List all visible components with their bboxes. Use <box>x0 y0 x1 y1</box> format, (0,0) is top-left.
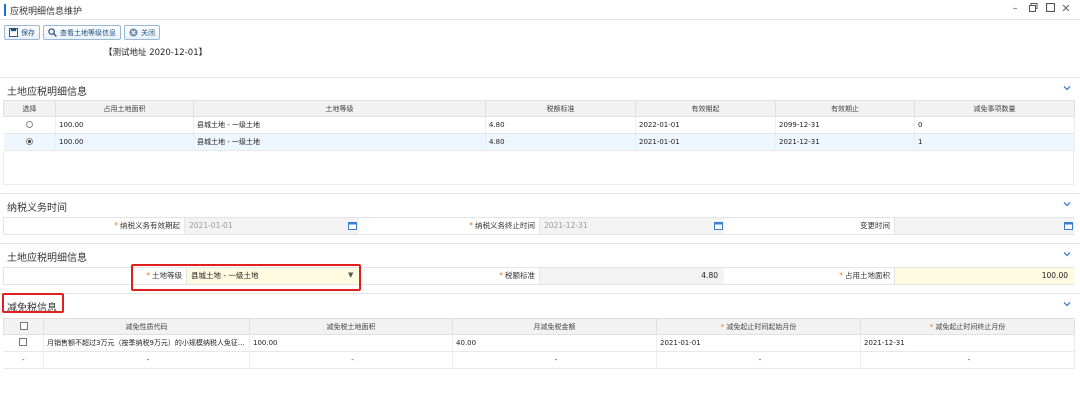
column-header: 减免性质代码 <box>43 318 250 335</box>
table-empty-area <box>3 152 1074 185</box>
table-row: - - - - - - <box>3 351 1075 369</box>
chevron-down-icon[interactable] <box>1062 299 1072 309</box>
table-row[interactable]: 100.00 县城土地 - 一级土地 4.80 2022-01-01 2099-… <box>3 116 1075 134</box>
close-window-icon[interactable]: ✕ <box>1059 2 1073 15</box>
column-header: * 减免起止时间终止月份 <box>860 318 1075 335</box>
column-header: * 减免起止时间起始月份 <box>656 318 861 335</box>
calendar-icon[interactable] <box>1064 221 1073 230</box>
table-row[interactable]: 月销售额不超过3万元（按季纳税9万元）的小规模纳税人免征... 100.00 4… <box>3 334 1075 352</box>
section-land-tax-info-header[interactable]: 土地应税明细信息 <box>0 243 1080 265</box>
occupied-area-field[interactable]: 100.00 <box>894 268 1074 284</box>
cell-rate: 4.80 <box>485 133 636 151</box>
maximize-icon[interactable] <box>1043 2 1057 15</box>
cell-amount: - <box>452 351 657 369</box>
calendar-icon[interactable] <box>714 221 723 230</box>
section-tax-obligation-header[interactable]: 纳税义务时间 <box>0 193 1080 215</box>
row-radio-selected[interactable] <box>25 137 33 145</box>
chevron-down-icon[interactable] <box>1062 199 1072 209</box>
cell-code: - <box>43 351 250 369</box>
minimize-icon[interactable]: – <box>1008 3 1022 14</box>
cell-amount: 40.00 <box>452 334 657 352</box>
cell-start: 2021-01-01 <box>656 334 861 352</box>
column-header: 占用土地面积 <box>55 100 194 117</box>
obligation-start-field[interactable]: 2021-01-01 <box>184 218 359 234</box>
obligation-start-label: * 纳税义务有效期起 <box>114 221 180 230</box>
toolbar: 保存 查看土地等级信息 关闭 <box>4 25 160 41</box>
cell-end: 2021-12-31 <box>775 133 915 151</box>
table-row[interactable]: 100.00 县城土地 - 一级土地 4.80 2021-01-01 2021-… <box>3 133 1075 151</box>
chevron-down-icon[interactable] <box>1062 83 1072 93</box>
chevron-down-icon[interactable] <box>1062 249 1072 259</box>
table-header-row: 选择 占用土地面积 土地等级 税额标准 有效期起 有效期止 减免事项数量 <box>3 100 1075 117</box>
window-title: 应税明细信息维护 <box>10 7 83 17</box>
test-address-label: 【测试地址 2020-12-01】 <box>104 48 208 58</box>
search-icon <box>48 28 57 37</box>
cell-end: - <box>860 351 1075 369</box>
section-title: 土地应税明细信息 <box>7 87 87 98</box>
cell-grade: 县城土地 - 一级土地 <box>193 116 486 134</box>
cell-count: 1 <box>914 133 1075 151</box>
cell-area: 100.00 <box>249 334 453 352</box>
occupied-area-label: * 占用土地面积 <box>839 271 890 280</box>
section-title: 纳税义务时间 <box>7 203 67 214</box>
title-accent-bar <box>4 4 6 16</box>
row-radio[interactable] <box>25 120 33 128</box>
tax-rate-field[interactable]: 4.80 <box>539 268 724 284</box>
cell-area: - <box>249 351 453 369</box>
column-header: 税额标准 <box>485 100 636 117</box>
save-button[interactable]: 保存 <box>4 25 40 40</box>
view-land-grade-button[interactable]: 查看土地等级信息 <box>43 25 121 40</box>
change-time-field[interactable] <box>894 218 1074 234</box>
save-button-label: 保存 <box>21 28 35 37</box>
table-header-row: 减免性质代码 减免税土地面积 月减免税金额 * 减免起止时间起始月份 * 减免起… <box>3 318 1075 335</box>
highlight-box-land-grade <box>131 264 361 291</box>
tax-reduction-table: 减免性质代码 减免税土地面积 月减免税金额 * 减免起止时间起始月份 * 减免起… <box>3 318 1075 369</box>
column-header: 减免税土地面积 <box>249 318 453 335</box>
cell-start: - <box>656 351 861 369</box>
section-land-tax-details-header[interactable]: 土地应税明细信息 <box>0 77 1080 99</box>
obligation-end-field[interactable]: 2021-12-31 <box>539 218 724 234</box>
close-button[interactable]: 关闭 <box>124 25 160 40</box>
change-time-label: 变更时间 <box>860 221 890 230</box>
cell-grade: 县城土地 - 一级土地 <box>193 133 486 151</box>
highlight-box-reduction-title <box>2 293 64 313</box>
column-header: 土地等级 <box>193 100 486 117</box>
cell-start: 2021-01-01 <box>635 133 776 151</box>
cell-code: 月销售额不超过3万元（按季纳税9万元）的小规模纳税人免征... <box>43 334 250 352</box>
cell-area: 100.00 <box>55 133 194 151</box>
section-title: 土地应税明细信息 <box>7 253 87 264</box>
window-titlebar: 应税明细信息维护 – ✕ <box>0 0 1080 20</box>
cell-count: 0 <box>914 116 1075 134</box>
cell-rate: 4.80 <box>485 116 636 134</box>
cell-start: 2022-01-01 <box>635 116 776 134</box>
close-button-label: 关闭 <box>141 28 155 37</box>
column-header: 有效期起 <box>635 100 776 117</box>
obligation-end-label: * 纳税义务终止时间 <box>469 221 535 230</box>
cell-area: 100.00 <box>55 116 194 134</box>
close-circle-icon <box>129 28 138 37</box>
select-all-checkbox[interactable] <box>19 321 28 330</box>
section-tax-reduction-header[interactable]: 减免税信息 <box>0 293 1080 315</box>
view-land-grade-label: 查看土地等级信息 <box>60 28 116 37</box>
column-header: 有效期止 <box>775 100 915 117</box>
tax-obligation-form-row: * 纳税义务有效期起 2021-01-01 * 纳税义务终止时间 2021-12-3… <box>3 217 1074 235</box>
column-header: 月减免税金额 <box>452 318 657 335</box>
land-tax-details-table: 选择 占用土地面积 土地等级 税额标准 有效期起 有效期止 减免事项数量 100… <box>3 100 1075 151</box>
cell-end: 2099-12-31 <box>775 116 915 134</box>
save-icon <box>9 28 18 37</box>
calendar-icon[interactable] <box>348 221 357 230</box>
restore-icon[interactable] <box>1026 3 1040 15</box>
row-checkbox[interactable] <box>19 338 28 346</box>
cell-end: 2021-12-31 <box>860 334 1075 352</box>
column-header: 减免事项数量 <box>914 100 1075 117</box>
tax-rate-label: * 税额标准 <box>499 271 535 280</box>
column-header: 选择 <box>3 100 56 117</box>
